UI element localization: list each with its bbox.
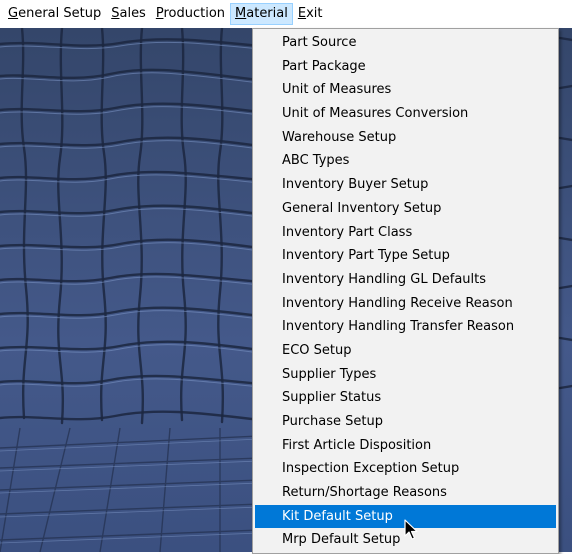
menu-item-supplier-status[interactable]: Supplier Status xyxy=(255,386,556,410)
menu-item-eco-setup[interactable]: ECO Setup xyxy=(255,339,556,363)
menu-item-abc-types[interactable]: ABC Types xyxy=(255,149,556,173)
menu-item-general-inventory-setup[interactable]: General Inventory Setup xyxy=(255,197,556,221)
menu-item-purchase-setup[interactable]: Purchase Setup xyxy=(255,410,556,434)
menu-item-inventory-handling-gl-defaults[interactable]: Inventory Handling GL Defaults xyxy=(255,268,556,292)
menu-sales[interactable]: Sales xyxy=(106,3,151,25)
menu-exit-label: xit xyxy=(306,6,323,21)
menu-item-supplier-types[interactable]: Supplier Types xyxy=(255,363,556,387)
menu-item-kit-default-setup[interactable]: Kit Default Setup xyxy=(255,504,556,529)
menu-item-inventory-part-class[interactable]: Inventory Part Class xyxy=(255,221,556,245)
menu-item-first-article-disposition[interactable]: First Article Disposition xyxy=(255,434,556,458)
menu-item-inventory-buyer-setup[interactable]: Inventory Buyer Setup xyxy=(255,173,556,197)
menu-exit-mnemonic: E xyxy=(297,6,307,21)
menu-item-inventory-handling-receive-reason[interactable]: Inventory Handling Receive Reason xyxy=(255,292,556,316)
menu-item-unit-of-measures-conversion[interactable]: Unit of Measures Conversion xyxy=(255,102,556,126)
menu-sales-label: ales xyxy=(119,6,146,21)
menu-material-mnemonic: M xyxy=(235,6,247,21)
menu-item-mrp-default-setup[interactable]: Mrp Default Setup xyxy=(255,528,556,552)
menu-general-setup-mnemonic: G xyxy=(8,6,19,21)
menu-item-part-source[interactable]: Part Source xyxy=(255,31,556,55)
menu-material[interactable]: Material xyxy=(230,3,293,25)
menu-exit[interactable]: Exit xyxy=(293,3,328,25)
material-dropdown-menu: Part Source Part Package Unit of Measures U… xyxy=(252,28,559,554)
menu-item-unit-of-measures[interactable]: Unit of Measures xyxy=(255,78,556,102)
menu-bar: General Setup Sales Production Material … xyxy=(0,0,572,28)
menu-item-inventory-part-type-setup[interactable]: Inventory Part Type Setup xyxy=(255,244,556,268)
menu-item-inventory-handling-transfer-reason[interactable]: Inventory Handling Transfer Reason xyxy=(255,315,556,339)
menu-item-warehouse-setup[interactable]: Warehouse Setup xyxy=(255,126,556,150)
menu-production-label: roduction xyxy=(163,6,226,21)
menu-item-inspection-exception-setup[interactable]: Inspection Exception Setup xyxy=(255,457,556,481)
menu-production[interactable]: Production xyxy=(151,3,230,25)
menu-item-part-package[interactable]: Part Package xyxy=(255,55,556,79)
menu-general-setup[interactable]: General Setup xyxy=(3,3,106,25)
menu-item-return-shortage-reasons[interactable]: Return/Shortage Reasons xyxy=(255,481,556,505)
menu-general-setup-label: eneral Setup xyxy=(18,6,102,21)
menu-material-label: aterial xyxy=(246,6,288,21)
